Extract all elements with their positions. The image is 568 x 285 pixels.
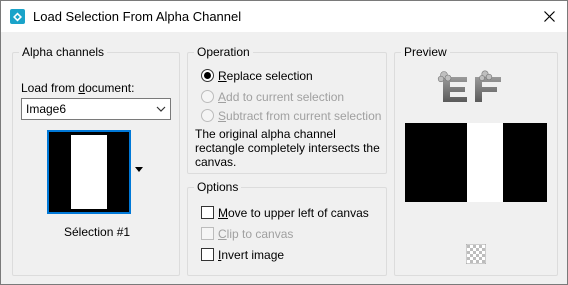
add-to-selection-label[interactable]: Add to current selection <box>218 90 344 104</box>
preview-label: Preview <box>401 45 450 59</box>
load-from-document-label: Load from document: <box>21 81 135 95</box>
close-icon <box>543 11 555 22</box>
subtract-from-selection-label[interactable]: Subtract from current selection <box>218 109 381 123</box>
move-to-upper-left-checkbox[interactable] <box>201 206 214 219</box>
selection-caption: Sélection #1 <box>64 225 131 239</box>
window-title: Load Selection From Alpha Channel <box>33 9 242 24</box>
clip-to-canvas-label[interactable]: Clip to canvas <box>218 227 293 241</box>
add-to-selection-radio[interactable] <box>201 90 214 103</box>
close-button[interactable] <box>531 1 567 32</box>
clip-to-canvas-checkbox[interactable] <box>201 227 214 240</box>
transparency-toggle-icon[interactable] <box>466 244 486 264</box>
document-select-value: Image6 <box>26 102 67 116</box>
invert-image-label[interactable]: Invert image <box>218 248 284 262</box>
thumbnail-dropdown-icon[interactable] <box>134 166 144 174</box>
preview-image <box>405 123 547 202</box>
replace-selection-label[interactable]: Replace selection <box>218 69 313 83</box>
radio-selected-dot <box>204 72 211 79</box>
ef-logo <box>437 70 501 102</box>
move-to-upper-left-label[interactable]: Move to upper left of canvas <box>218 206 369 220</box>
chevron-down-icon <box>156 106 166 112</box>
thumbnail-frame <box>51 134 127 210</box>
document-select[interactable]: Image6 <box>21 98 171 120</box>
subtract-from-selection-radio[interactable] <box>201 109 214 122</box>
operation-description: The original alpha channel rectangle com… <box>195 127 380 169</box>
options-label: Options <box>194 180 242 194</box>
app-icon <box>10 9 25 24</box>
alpha-channels-label: Alpha channels <box>19 45 108 59</box>
alpha-channel-thumbnail[interactable] <box>47 130 131 214</box>
title-bar[interactable]: Load Selection From Alpha Channel <box>1 1 567 32</box>
operation-label: Operation <box>194 45 253 59</box>
dialog-window: Load Selection From Alpha Channel Alpha … <box>0 0 568 285</box>
replace-selection-radio[interactable] <box>201 69 214 82</box>
preview-selection-area <box>467 123 503 202</box>
invert-image-checkbox[interactable] <box>201 248 214 261</box>
